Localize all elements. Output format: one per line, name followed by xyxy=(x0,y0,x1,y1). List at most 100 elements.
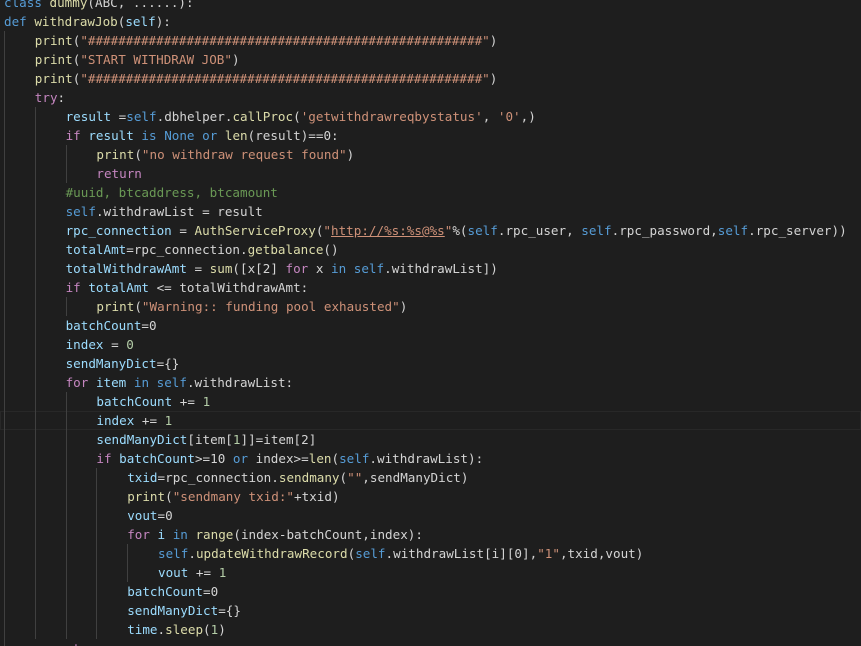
code-line[interactable]: result =self.dbhelper.callProc('getwithd… xyxy=(0,107,861,126)
indent-guide xyxy=(34,316,36,335)
code-line[interactable]: sendManyDict={} xyxy=(0,354,861,373)
code-line[interactable]: return xyxy=(0,164,861,183)
code-token: += xyxy=(188,565,219,580)
indent-guide xyxy=(34,297,36,316)
code-token: batchCount xyxy=(119,451,195,466)
code-line[interactable]: try: xyxy=(0,88,861,107)
code-token: = xyxy=(111,109,127,124)
indent-guide xyxy=(65,392,67,411)
code-editor[interactable]: class dummy(ABC, ......): def withdrawJob… xyxy=(0,0,861,646)
indent-guide xyxy=(65,601,67,620)
indent-guide xyxy=(4,240,5,259)
code-line[interactable]: for i in range(index-batchCount,index): xyxy=(0,525,861,544)
indent-guide xyxy=(4,544,5,563)
code-token: "Warning:: funding pool exhausted" xyxy=(141,299,400,314)
code-line[interactable]: totalWithdrawAmt = sum([x[2] for x in se… xyxy=(0,259,861,278)
code-line[interactable]: print("Warning:: funding pool exhausted"… xyxy=(0,297,861,316)
code-token: ): xyxy=(155,14,171,29)
code-token: result xyxy=(65,109,112,124)
code-token: ( xyxy=(331,451,340,466)
code-line[interactable]: self.withdrawList = result xyxy=(0,202,861,221)
code-line[interactable]: print("#################################… xyxy=(0,31,861,50)
code-token: dummy xyxy=(49,0,88,10)
code-line[interactable]: batchCount=0 xyxy=(0,582,861,601)
code-text: def withdrawJob(self): xyxy=(4,12,171,31)
code-line[interactable]: if totalAmt <= totalWithdrawAmt: xyxy=(0,278,861,297)
code-token: () xyxy=(323,242,339,257)
code-line[interactable]: except: xyxy=(0,639,861,646)
code-token: sendManyDict xyxy=(65,356,157,371)
code-token: =0 xyxy=(141,318,157,333)
indent-guide xyxy=(34,525,36,544)
code-line[interactable]: print("START WITHDRAW JOB") xyxy=(0,50,861,69)
code-text: vout += 1 xyxy=(158,563,226,582)
code-token: time xyxy=(127,622,158,637)
code-line[interactable]: class dummy(ABC, ......): xyxy=(0,0,861,12)
indent-guide xyxy=(65,411,67,430)
code-line[interactable]: def withdrawJob(self): xyxy=(0,12,861,31)
code-token: self xyxy=(353,261,385,276)
code-text: try: xyxy=(35,88,65,107)
code-token: ,sendManyDict) xyxy=(362,470,469,485)
code-token: .withdrawList: xyxy=(186,375,294,390)
code-line[interactable]: if batchCount>=10 or index>=len(self.wit… xyxy=(0,449,861,468)
indent-guide xyxy=(4,107,5,126)
code-token: ]]=item[2] xyxy=(240,432,317,447)
code-token: getbalance xyxy=(247,242,324,257)
code-line[interactable]: sendManyDict[item[1]]=item[2] xyxy=(0,430,861,449)
code-line[interactable]: time.sleep(1) xyxy=(0,620,861,639)
code-token: batchCount xyxy=(65,318,142,333)
code-line[interactable]: print("no withdraw request found") xyxy=(0,145,861,164)
indent-guide xyxy=(34,449,36,468)
code-line[interactable]: rpc_connection = AuthServiceProxy("http:… xyxy=(0,221,861,240)
code-line[interactable]: print("sendmany txid:"+txid) xyxy=(0,487,861,506)
code-line[interactable]: index = 0 xyxy=(0,335,861,354)
code-token: ,txid,vout) xyxy=(559,546,644,561)
code-token: sendmany xyxy=(278,470,340,485)
code-line[interactable]: self.updateWithdrawRecord(self.withdrawL… xyxy=(0,544,861,563)
code-line[interactable]: batchCount += 1 xyxy=(0,392,861,411)
code-token: try xyxy=(34,90,58,105)
indent-guide xyxy=(65,487,67,506)
code-token: "#######################################… xyxy=(80,71,490,86)
code-token: in xyxy=(165,527,196,542)
code-area[interactable]: class dummy(ABC, ......): def withdrawJob… xyxy=(0,0,861,646)
code-line[interactable]: index += 1 xyxy=(0,411,861,430)
code-token: for xyxy=(65,375,96,390)
code-token: item xyxy=(95,375,127,390)
code-token: i xyxy=(157,527,166,542)
indent-guide xyxy=(65,582,67,601)
indent-guide xyxy=(34,278,36,297)
code-text: print("START WITHDRAW JOB") xyxy=(35,50,240,69)
code-token: totalAmt xyxy=(65,242,127,257)
code-line[interactable]: vout=0 xyxy=(0,506,861,525)
code-line[interactable]: batchCount=0 xyxy=(0,316,861,335)
indent-guide xyxy=(96,563,98,582)
code-line[interactable]: #uuid, btcaddress, btcamount xyxy=(0,183,861,202)
indent-guide xyxy=(4,563,5,582)
code-token: sendManyDict xyxy=(127,603,219,618)
indent-guide xyxy=(96,620,98,639)
indent-guide xyxy=(65,468,67,487)
code-line[interactable]: vout += 1 xyxy=(0,563,861,582)
code-text: index += 1 xyxy=(96,411,172,430)
code-line[interactable]: totalAmt=rpc_connection.getbalance() xyxy=(0,240,861,259)
indent-guide xyxy=(34,126,36,145)
code-token: txid xyxy=(127,470,158,485)
code-token: is xyxy=(133,128,165,143)
indent-guide xyxy=(34,411,36,430)
code-token: : xyxy=(57,90,66,105)
indent-guide xyxy=(65,449,67,468)
code-line[interactable]: sendManyDict={} xyxy=(0,601,861,620)
code-line[interactable]: for item in self.withdrawList: xyxy=(0,373,861,392)
code-token: len xyxy=(308,451,332,466)
code-line[interactable]: if result is None or len(result)==0: xyxy=(0,126,861,145)
indent-guide xyxy=(34,506,36,525)
indent-guide xyxy=(34,335,36,354)
code-token: for xyxy=(127,527,158,542)
code-line[interactable]: print("#################################… xyxy=(0,69,861,88)
code-token: print xyxy=(34,33,73,48)
code-text: if totalAmt <= totalWithdrawAmt: xyxy=(66,278,309,297)
indent-guide xyxy=(34,373,36,392)
code-line[interactable]: txid=rpc_connection.sendmany("",sendMany… xyxy=(0,468,861,487)
